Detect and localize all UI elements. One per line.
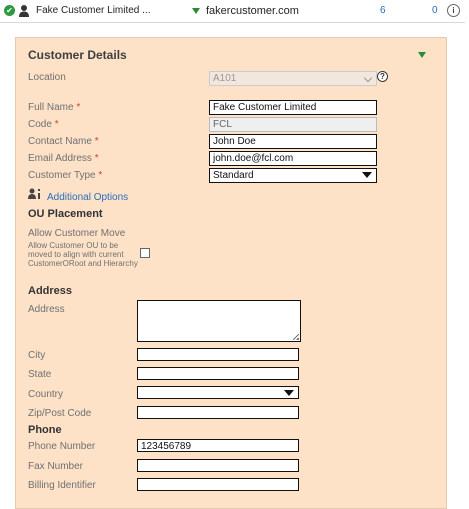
full-name-input[interactable]: Fake Customer Limited (209, 100, 377, 115)
phone-input[interactable]: 123456789 (137, 439, 299, 452)
city-label: City (28, 350, 46, 361)
customer-row[interactable]: ✔ Fake Customer Limited ... fakercustome… (0, 0, 465, 23)
location-select[interactable]: A101 (209, 71, 377, 86)
allow-move-checkbox[interactable] (140, 248, 150, 258)
state-label: State (28, 369, 52, 380)
count-link-1[interactable]: 6 (380, 5, 386, 16)
address-heading: Address (28, 285, 73, 297)
contact-name-input[interactable]: John Doe (209, 134, 377, 149)
code-label: Code * (28, 119, 59, 130)
fax-input[interactable] (137, 459, 299, 472)
check-circle-icon: ✔ (4, 5, 15, 16)
additional-options-link[interactable]: Additional Options (47, 192, 128, 203)
full-name-label: Full Name * (28, 102, 81, 113)
customer-type-label: Customer Type * (28, 170, 103, 181)
customer-details-panel: Customer Details Location A101 ? Full Na… (15, 37, 447, 509)
phone-heading: Phone (28, 424, 62, 436)
city-input[interactable] (137, 348, 299, 361)
email-label: Email Address * (28, 153, 99, 164)
customer-name[interactable]: Fake Customer Limited ... (36, 5, 150, 16)
info-icon[interactable]: i (447, 4, 460, 17)
person-icon (19, 5, 29, 17)
expand-triangle-icon[interactable] (192, 8, 200, 14)
address-label: Address (28, 304, 65, 315)
zip-input[interactable] (137, 406, 299, 419)
country-label: Country (28, 389, 64, 400)
allow-move-description: Allow Customer OU to be moved to align w… (28, 241, 138, 268)
allow-move-label: Allow Customer Move (28, 228, 126, 239)
customer-domain: fakercustomer.com (206, 5, 299, 17)
panel-title: Customer Details (28, 48, 127, 62)
billing-input[interactable] (137, 478, 299, 491)
contact-name-label: Contact Name * (28, 136, 99, 147)
location-label: Location (28, 72, 66, 83)
collapse-triangle-icon[interactable] (418, 52, 426, 58)
state-input[interactable] (137, 367, 299, 380)
customer-type-select[interactable]: Standard (209, 168, 377, 183)
zip-label: Zip/Post Code (28, 408, 92, 419)
code-input[interactable]: FCL (209, 117, 377, 132)
address-textarea[interactable] (137, 300, 301, 342)
billing-label: Billing Identifier (28, 480, 96, 491)
fax-label: Fax Number (28, 461, 84, 472)
email-input[interactable]: john.doe@fcl.com (209, 151, 377, 166)
count-link-2[interactable]: 0 (432, 5, 438, 16)
phone-label: Phone Number (28, 441, 96, 452)
user-options-icon (28, 188, 40, 199)
ou-placement-heading: OU Placement (28, 208, 103, 220)
help-icon[interactable]: ? (377, 71, 388, 82)
country-select[interactable] (137, 386, 299, 399)
